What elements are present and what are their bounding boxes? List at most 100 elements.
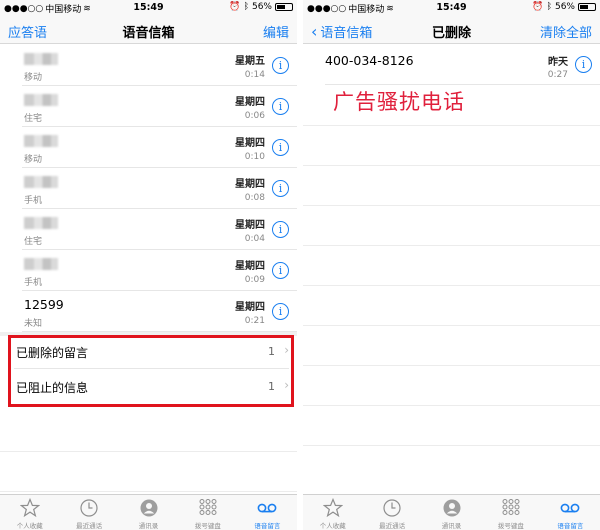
status-bar: ●●●○○ 中国移动 ≋ 15:49 ⏰ ᛒ 56%: [0, 0, 297, 16]
voicemail-row[interactable]: 12599 未知 星期四 0:21 i: [22, 291, 297, 332]
voicemail-day: 星期四: [235, 220, 265, 231]
tab-favorites[interactable]: 个人收藏: [0, 495, 59, 530]
voicemail-duration: 0:21: [244, 316, 265, 326]
deleted-messages-label: 已删除的留言: [16, 346, 89, 360]
voicemail-type: 未知: [24, 319, 43, 329]
voicemail-duration: 0:04: [244, 234, 265, 244]
info-icon[interactable]: i: [272, 139, 289, 156]
clear-all-button[interactable]: 清除全部: [540, 22, 592, 41]
blocked-messages-count: 1: [268, 380, 275, 393]
tab-label: 语音留言: [557, 522, 584, 530]
empty-area: [303, 86, 600, 446]
battery-percent: 56%: [251, 2, 272, 12]
voicemail-list: 移动 星期五 0:14 i 住宅 星期四 0:06 i 移动 星期四 0:10 …: [0, 45, 297, 332]
redacted-name: [24, 258, 58, 270]
tab-label: 通讯录: [441, 522, 462, 530]
blocked-messages-row[interactable]: 已阻止的信息 1 ›: [14, 371, 289, 404]
info-icon[interactable]: i: [272, 262, 289, 279]
voicemail-type: 住宅: [24, 237, 43, 247]
redacted-name: [24, 217, 58, 229]
deleted-day: 昨天: [548, 57, 568, 68]
star-icon: [19, 498, 40, 518]
tab-label: 最近通话: [76, 522, 103, 530]
redacted-name: [24, 94, 58, 106]
voicemail-day: 星期四: [235, 97, 265, 108]
voicemail-type: 手机: [24, 278, 43, 288]
tab-keypad[interactable]: 拨号键盘: [178, 495, 237, 530]
info-icon[interactable]: i: [272, 98, 289, 115]
keypad-icon: [502, 499, 520, 515]
nav-bar: 应答语 语音信箱 编辑: [0, 16, 297, 44]
clock-icon: [80, 499, 98, 517]
tab-contacts[interactable]: 通讯录: [119, 495, 178, 530]
tab-recents[interactable]: 最近通话: [362, 495, 421, 530]
alarm-icon: ⏰: [532, 2, 544, 12]
chevron-right-icon: ›: [284, 378, 289, 392]
deleted-number: 400-034-8126: [325, 53, 414, 68]
tab-recents[interactable]: 最近通话: [59, 495, 118, 530]
deleted-screen: ●●●○○ 中国移动 ≋ 15:49 ⏰ ᛒ 56% ‹ 语音信箱 已删除 清除…: [303, 0, 600, 530]
alarm-icon: ⏰: [229, 2, 241, 12]
voicemail-row[interactable]: 住宅 星期四 0:04 i: [22, 209, 297, 250]
voicemail-icon: [560, 503, 580, 513]
empty-area: [0, 412, 297, 492]
voicemail-icon: [257, 503, 277, 513]
redacted-name: [24, 176, 58, 188]
voicemail-duration: 0:08: [244, 193, 265, 203]
voicemail-type: 住宅: [24, 114, 43, 124]
voicemail-day: 星期四: [235, 261, 265, 272]
deleted-duration: 0:27: [547, 70, 568, 80]
redacted-name: [24, 53, 58, 65]
voicemail-row[interactable]: 住宅 星期四 0:06 i: [22, 86, 297, 127]
voicemail-day: 星期四: [235, 179, 265, 190]
tab-bar: 个人收藏 最近通话 通讯录 拨号键盘 语音留言: [303, 494, 600, 530]
tab-label: 个人收藏: [319, 522, 346, 530]
tab-label: 个人收藏: [16, 522, 43, 530]
tab-label: 语音留言: [254, 522, 281, 530]
tab-voicemail[interactable]: 语音留言: [238, 495, 297, 530]
voicemail-row[interactable]: 移动 星期四 0:10 i: [22, 127, 297, 168]
tab-label: 最近通话: [379, 522, 406, 530]
bluetooth-icon: ᛒ: [546, 2, 552, 12]
edit-button[interactable]: 编辑: [263, 22, 289, 41]
voicemail-duration: 0:14: [244, 70, 265, 80]
voicemail-duration: 0:09: [244, 275, 265, 285]
voicemail-type: 手机: [24, 196, 43, 206]
star-icon: [322, 498, 343, 518]
redacted-name: [24, 135, 58, 147]
tab-label: 通讯录: [138, 522, 159, 530]
voicemail-day: 星期四: [235, 302, 265, 313]
info-icon[interactable]: i: [575, 56, 592, 73]
clock-icon: [383, 499, 401, 517]
tab-voicemail[interactable]: 语音留言: [541, 495, 600, 530]
voicemail-day: 星期五: [235, 56, 265, 67]
bluetooth-icon: ᛒ: [243, 2, 249, 12]
deleted-messages-row[interactable]: 已删除的留言 1 ›: [14, 336, 289, 369]
voicemail-row[interactable]: 手机 星期四 0:09 i: [22, 250, 297, 291]
voicemail-row[interactable]: 移动 星期五 0:14 i: [22, 45, 297, 86]
voicemail-type: 移动: [24, 155, 43, 165]
battery-icon: [578, 3, 596, 11]
tab-contacts[interactable]: 通讯录: [422, 495, 481, 530]
nav-bar: ‹ 语音信箱 已删除 清除全部: [303, 16, 600, 44]
contacts-icon: [443, 499, 461, 517]
tab-favorites[interactable]: 个人收藏: [303, 495, 362, 530]
voicemail-name: 12599: [24, 297, 64, 312]
page-title: 语音信箱: [122, 26, 175, 41]
info-icon[interactable]: i: [272, 57, 289, 74]
voicemail-screen: ●●●○○ 中国移动 ≋ 15:49 ⏰ ᛒ 56% 应答语 语音信箱 编辑 移…: [0, 0, 297, 530]
status-bar: ●●●○○ 中国移动 ≋ 15:49 ⏰ ᛒ 56%: [303, 0, 600, 16]
voicemail-duration: 0:10: [244, 152, 265, 162]
voicemail-day: 星期四: [235, 138, 265, 149]
tab-label: 拨号键盘: [194, 522, 221, 530]
chevron-right-icon: ›: [284, 343, 289, 357]
info-icon[interactable]: i: [272, 180, 289, 197]
voicemail-row[interactable]: 手机 星期四 0:08 i: [22, 168, 297, 209]
blocked-messages-label: 已阻止的信息: [16, 381, 89, 395]
deleted-voicemail-row[interactable]: 400-034-8126 昨天 0:27 i: [325, 45, 600, 85]
battery-percent: 56%: [554, 2, 575, 12]
tab-bar: 个人收藏 最近通话 通讯录 拨号键盘 语音留言: [0, 494, 297, 530]
tab-keypad[interactable]: 拨号键盘: [481, 495, 540, 530]
info-icon[interactable]: i: [272, 303, 289, 320]
info-icon[interactable]: i: [272, 221, 289, 238]
